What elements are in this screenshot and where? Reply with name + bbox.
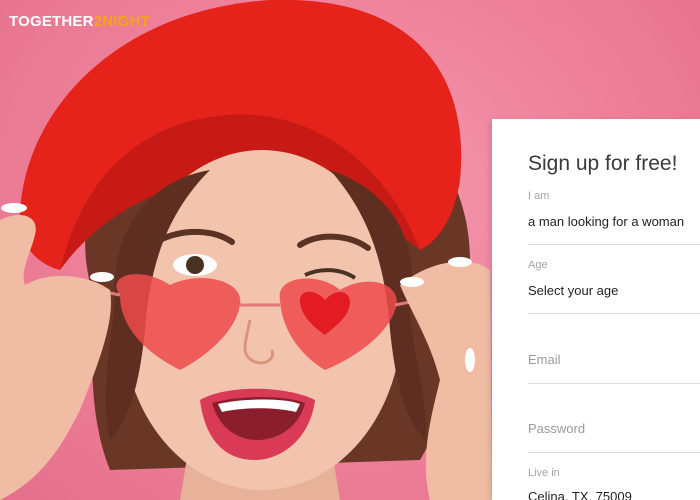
password-field[interactable]: Password [528, 421, 700, 453]
brand-logo-part1: TOGETHER [9, 13, 94, 30]
age-underline [528, 313, 700, 314]
email-input[interactable]: Email [528, 352, 700, 367]
live-in-input[interactable]: Celina, TX, 75009 [528, 489, 700, 500]
iam-label: I am [528, 190, 550, 202]
live-in-label: Live in [528, 467, 560, 479]
password-underline [528, 452, 700, 453]
iam-underline [528, 244, 700, 245]
brand-logo[interactable]: TOGETHER2NIGHT [9, 13, 150, 30]
age-label: Age [528, 259, 548, 271]
live-in-field[interactable]: Live in Celina, TX, 75009 [528, 467, 700, 500]
age-select[interactable]: Select your age [528, 283, 700, 298]
iam-field[interactable]: I am a man looking for a woman [528, 190, 700, 245]
signup-title: Sign up for free! [528, 152, 678, 175]
iam-select[interactable]: a man looking for a woman [528, 214, 700, 229]
brand-logo-part2: 2NIGHT [93, 13, 150, 30]
age-field[interactable]: Age Select your age [528, 259, 700, 314]
password-input[interactable]: Password [528, 421, 700, 436]
email-underline [528, 383, 700, 384]
email-field[interactable]: Email [528, 352, 700, 384]
